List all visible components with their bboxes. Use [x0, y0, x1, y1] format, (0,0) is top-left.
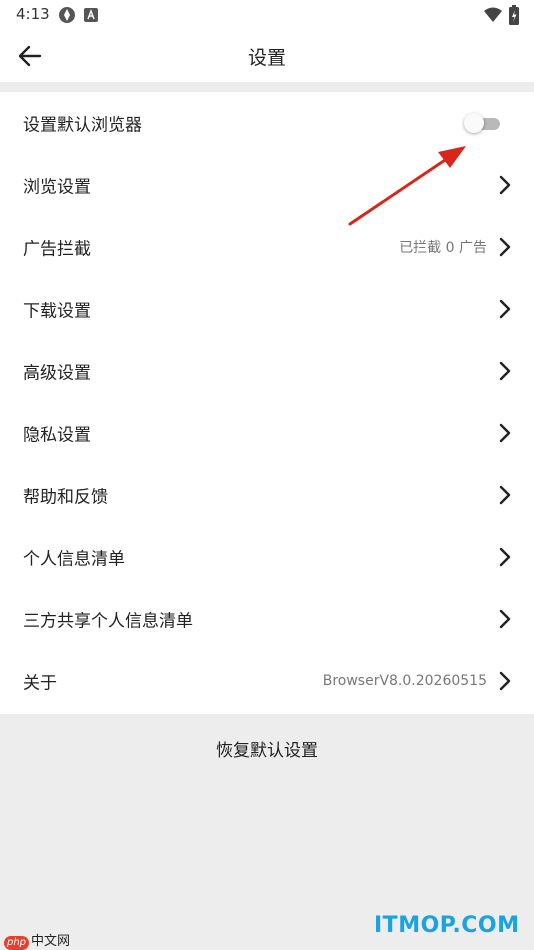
status-time: 4:13 — [16, 5, 50, 23]
wifi-icon — [484, 7, 502, 27]
settings-item-advanced[interactable]: 高级设置 — [0, 340, 534, 402]
chevron-right-icon — [499, 361, 511, 381]
accessibility-icon — [84, 7, 98, 26]
settings-item-label: 下载设置 — [23, 301, 91, 322]
divider-band — [0, 82, 534, 92]
settings-item-label: 三方共享个人信息清单 — [23, 611, 193, 632]
settings-item-personal-info[interactable]: 个人信息清单 — [0, 526, 534, 588]
default-browser-toggle[interactable] — [464, 112, 500, 134]
settings-item-label: 高级设置 — [23, 363, 91, 384]
php-watermark: php 中文网 — [4, 930, 70, 950]
settings-item-label: 关于 — [23, 673, 57, 694]
toggle-thumb — [464, 113, 484, 133]
settings-item-label: 帮助和反馈 — [23, 487, 108, 508]
chevron-right-icon — [499, 299, 511, 319]
chevron-right-icon — [499, 175, 511, 195]
settings-item-privacy[interactable]: 隐私设置 — [0, 402, 534, 464]
chevron-right-icon — [499, 485, 511, 505]
settings-item-download[interactable]: 下载设置 — [0, 278, 534, 340]
settings-item-help[interactable]: 帮助和反馈 — [0, 464, 534, 526]
status-bar: 4:13 — [0, 0, 534, 30]
apps-icon — [58, 6, 76, 28]
default-browser-label: 设置默认浏览器 — [23, 115, 142, 136]
chevron-right-icon — [499, 547, 511, 567]
version-text: BrowserV8.0.20260515 — [322, 673, 487, 689]
chevron-right-icon — [499, 671, 511, 691]
itmop-watermark: ITMOP.COM — [374, 913, 520, 938]
settings-item-label: 广告拦截 — [23, 239, 91, 260]
chevron-right-icon — [499, 237, 511, 257]
restore-defaults-button[interactable]: 恢复默认设置 — [0, 720, 534, 782]
settings-item-label: 隐私设置 — [23, 425, 91, 446]
php-watermark-text: 中文网 — [31, 934, 71, 949]
chevron-right-icon — [499, 423, 511, 443]
battery-charging-icon — [509, 5, 519, 29]
settings-item-third-party-info[interactable]: 三方共享个人信息清单 — [0, 588, 534, 650]
settings-item-about[interactable]: 关于 BrowserV8.0.20260515 — [0, 650, 534, 712]
page-title: 设置 — [247, 47, 286, 69]
settings-item-label: 浏览设置 — [23, 177, 91, 198]
app-bar: 设置 — [0, 30, 534, 82]
annotation-arrow-icon — [348, 146, 466, 226]
chevron-right-icon — [499, 609, 511, 629]
settings-item-label: 个人信息清单 — [23, 549, 125, 570]
php-badge: php — [4, 936, 30, 950]
adblock-count: 已拦截 0 广告 — [399, 240, 487, 256]
